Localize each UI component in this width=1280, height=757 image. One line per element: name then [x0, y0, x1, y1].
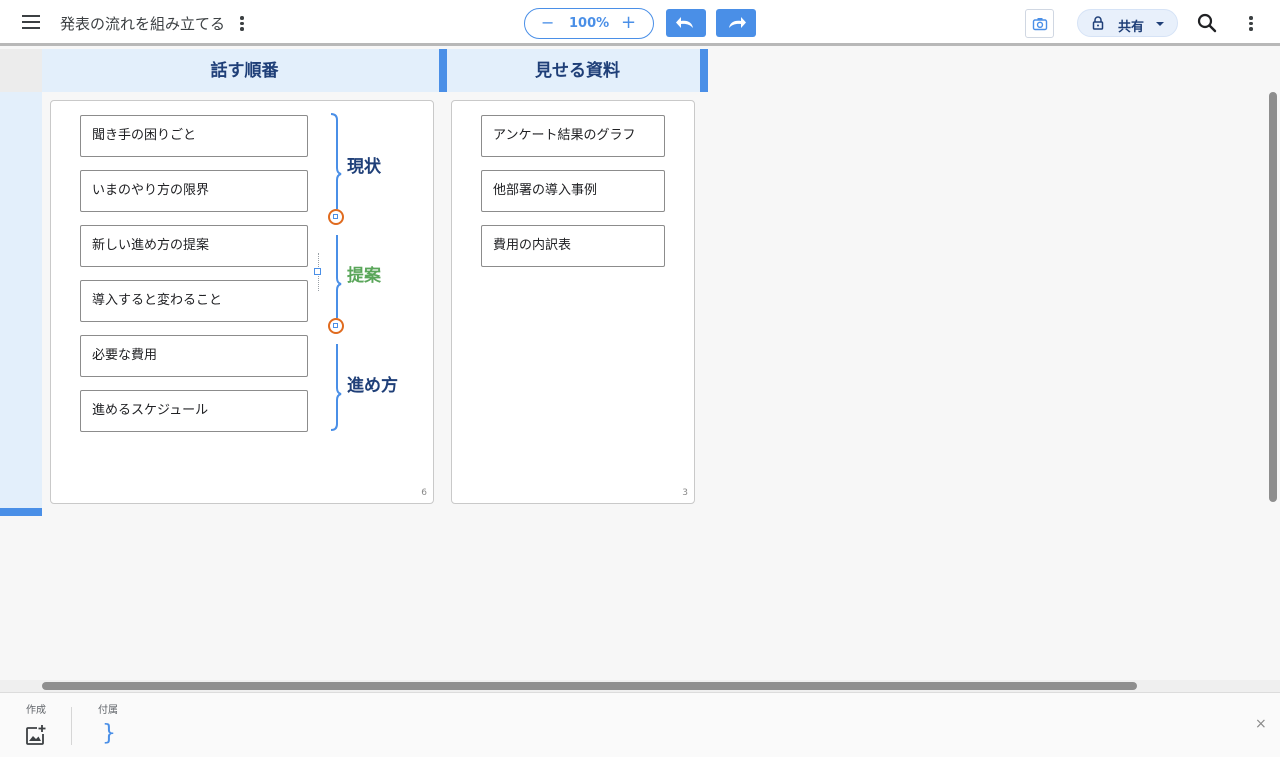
- row-header-corner: [0, 49, 42, 92]
- zoom-level[interactable]: 100%: [569, 16, 609, 31]
- bottom-toolbar: 作成 付属 } ×: [0, 692, 1280, 757]
- zoom-in-button[interactable]: +: [621, 13, 636, 33]
- document-title[interactable]: 発表の流れを組み立てる: [60, 13, 225, 34]
- card[interactable]: いまのやり方の限界: [80, 170, 308, 212]
- search-button[interactable]: [1196, 12, 1218, 34]
- card[interactable]: 新しい進め方の提案: [80, 225, 308, 267]
- group-split-handle[interactable]: [328, 318, 344, 334]
- column-resize-handle[interactable]: [700, 49, 708, 92]
- column-title: 話す順番: [210, 61, 279, 81]
- zoom-control: − 100% +: [524, 8, 654, 39]
- card[interactable]: アンケート結果のグラフ: [481, 115, 665, 157]
- share-label: 共有: [1118, 20, 1145, 35]
- card[interactable]: 必要な費用: [80, 335, 308, 377]
- camera-icon: [1032, 18, 1048, 31]
- column-header-materials[interactable]: 見せる資料: [447, 49, 708, 92]
- group-bracket[interactable]: [327, 111, 347, 433]
- top-bar: 発表の流れを組み立てる − 100% + 共有: [0, 0, 1280, 46]
- menu-icon[interactable]: [18, 11, 46, 35]
- group-label-proposal[interactable]: 提案: [347, 261, 381, 286]
- card[interactable]: 導入すると変わること: [80, 280, 308, 322]
- vertical-scrollbar[interactable]: [1269, 92, 1277, 502]
- column-header-order[interactable]: 話す順番: [42, 49, 447, 92]
- add-image-button[interactable]: [24, 723, 48, 747]
- card-count: 6: [421, 488, 427, 498]
- brace-tool-icon[interactable]: }: [102, 721, 116, 747]
- attach-section-label: 付属: [98, 705, 118, 716]
- zoom-out-button[interactable]: −: [541, 14, 554, 32]
- snapshot-button[interactable]: [1025, 9, 1054, 38]
- lock-icon: [1092, 16, 1104, 30]
- more-options-icon[interactable]: [1241, 11, 1261, 35]
- card[interactable]: 費用の内訳表: [481, 225, 665, 267]
- row-resize-handle[interactable]: [0, 508, 42, 516]
- group-split-handle[interactable]: [328, 209, 344, 225]
- card[interactable]: 聞き手の困りごと: [80, 115, 308, 157]
- column-title: 見せる資料: [535, 61, 620, 81]
- connector-handle[interactable]: [314, 268, 321, 275]
- undo-button[interactable]: [666, 9, 706, 37]
- title-more-icon[interactable]: [232, 11, 252, 35]
- card-count: 3: [682, 488, 688, 498]
- card[interactable]: 他部署の導入事例: [481, 170, 665, 212]
- card[interactable]: 進めるスケジュール: [80, 390, 308, 432]
- share-button[interactable]: 共有: [1077, 9, 1178, 37]
- create-section-label: 作成: [26, 705, 46, 716]
- search-icon: [1197, 13, 1217, 33]
- materials-panel[interactable]: アンケート結果のグラフ 他部署の導入事例 費用の内訳表 3: [451, 100, 695, 504]
- row-header[interactable]: [0, 92, 42, 508]
- undo-icon: [676, 17, 693, 28]
- add-image-icon: [26, 725, 46, 745]
- chevron-down-icon: [1156, 22, 1164, 26]
- redo-button[interactable]: [716, 9, 756, 37]
- horizontal-scrollbar[interactable]: [42, 682, 1137, 690]
- group-label-plan[interactable]: 進め方: [347, 371, 398, 396]
- close-icon[interactable]: ×: [1255, 716, 1267, 732]
- order-panel[interactable]: 聞き手の困りごと いまのやり方の限界 新しい進め方の提案 導入すると変わること …: [50, 100, 434, 504]
- column-resize-handle[interactable]: [439, 49, 447, 92]
- section-divider: [71, 707, 72, 745]
- group-label-current[interactable]: 現状: [347, 152, 381, 177]
- redo-icon: [729, 17, 746, 28]
